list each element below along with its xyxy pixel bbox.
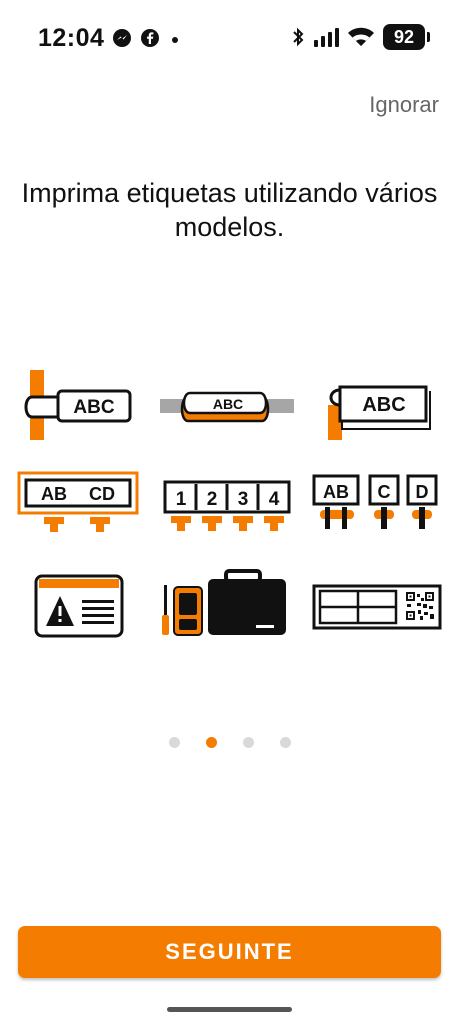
page-indicator <box>0 737 459 748</box>
battery-icon: 92 <box>383 24 430 50</box>
terminal-cell-text: 4 <box>269 489 280 510</box>
sleeve-label-text: ABC <box>213 396 243 412</box>
signal-icon <box>314 28 339 47</box>
terminal-cell-text: CD <box>89 484 115 504</box>
wifi-icon <box>348 27 374 46</box>
status-bar: 12:04 92 <box>0 0 459 76</box>
messenger-icon <box>113 29 131 47</box>
terminal-cell-text: 3 <box>238 489 249 510</box>
wrap-label-text: ABC <box>73 397 114 418</box>
terminal-block-4-icon: 1 2 3 4 <box>163 480 291 531</box>
notification-dot-icon <box>172 37 178 43</box>
wrap-label-icon: ABC <box>24 370 132 440</box>
patch-panel-qr-label-icon <box>312 584 442 630</box>
printer-and-case-icon <box>162 569 286 636</box>
terminal-cell-text: AB <box>323 482 349 502</box>
sleeve-label-icon: ABC <box>160 391 294 423</box>
home-indicator[interactable] <box>167 1007 292 1012</box>
terminal-cell-text: 1 <box>176 489 187 510</box>
page-dot[interactable] <box>168 737 180 748</box>
terminal-cell-text: AB <box>41 484 67 504</box>
onboarding-headline: Imprima etiquetas utilizando vários mode… <box>21 178 438 242</box>
template-illustration-grid: ABC ABC ABC AB CD 1 2 3 4 AB C D <box>0 360 459 650</box>
status-time: 12:04 <box>38 24 105 52</box>
bluetooth-icon <box>293 27 304 47</box>
flag-label-text: ABC <box>362 394 405 416</box>
flag-label-icon: ABC <box>328 385 431 440</box>
terminal-block-3-icon: AB C D <box>312 474 438 529</box>
next-button[interactable]: SEGUINTE <box>18 926 441 978</box>
skip-link[interactable]: Ignorar <box>369 92 439 118</box>
terminal-cell-text: C <box>378 482 391 502</box>
terminal-cell-text: 2 <box>207 489 218 510</box>
terminal-cell-text: D <box>416 482 429 502</box>
facebook-icon <box>141 29 159 47</box>
page-dot[interactable] <box>242 737 254 748</box>
page-dot[interactable] <box>279 737 291 748</box>
battery-level: 92 <box>393 26 415 47</box>
page-dot-active[interactable] <box>205 737 217 748</box>
safety-warning-label-icon <box>34 574 124 638</box>
terminal-block-2-icon: AB CD <box>17 471 139 532</box>
